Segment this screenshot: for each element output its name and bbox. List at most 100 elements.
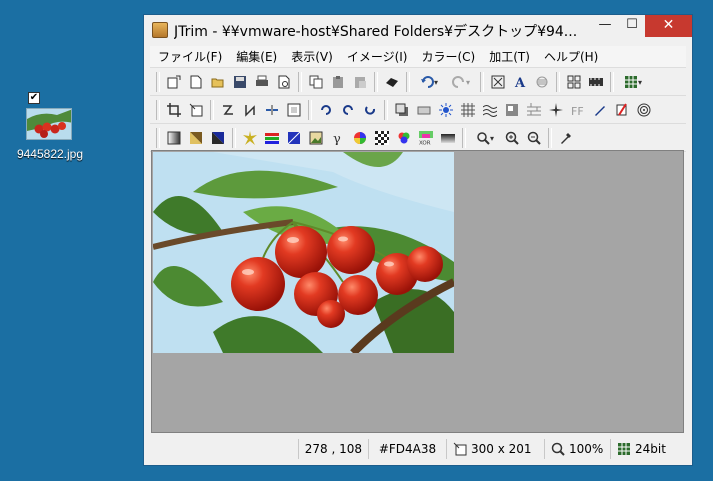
xor-icon[interactable]: XOR xyxy=(416,128,436,148)
pen-icon[interactable] xyxy=(590,100,610,120)
paste-new-icon[interactable] xyxy=(350,72,370,92)
image-size: 300 x 201 xyxy=(471,442,532,456)
title-bar[interactable]: JTrim - ¥¥vmware-host¥Shared Folders¥デスク… xyxy=(144,15,692,46)
resize-icon[interactable] xyxy=(186,100,206,120)
flip-horizontal-icon[interactable] xyxy=(218,100,238,120)
redo-icon[interactable]: ▾ xyxy=(446,72,476,92)
toolbar-separator xyxy=(406,72,410,92)
brick-icon[interactable] xyxy=(524,100,544,120)
toolbar-separator xyxy=(556,72,560,92)
print-preview-icon[interactable] xyxy=(274,72,294,92)
checker-icon[interactable] xyxy=(372,128,392,148)
toolbar-file: ▾ ▾ A ▾ xyxy=(150,69,686,96)
eyedropper-icon[interactable] xyxy=(556,128,576,148)
menu-color[interactable]: カラー(C) xyxy=(421,48,475,65)
cherry-photo[interactable] xyxy=(153,152,454,353)
toolbar-grip[interactable] xyxy=(156,72,160,92)
fit-window-icon[interactable] xyxy=(488,72,508,92)
color-wheel-icon[interactable] xyxy=(350,128,370,148)
jtrim-app-icon[interactable] xyxy=(152,22,168,38)
print-icon[interactable] xyxy=(252,72,272,92)
toolbar-separator xyxy=(610,72,614,92)
zoom-icon xyxy=(551,442,565,456)
mosaic-icon[interactable] xyxy=(458,100,478,120)
image-adjust-icon[interactable] xyxy=(306,128,326,148)
menu-image[interactable]: イメージ(I) xyxy=(347,48,408,65)
wave-icon[interactable] xyxy=(480,100,500,120)
toolbar-separator xyxy=(308,100,312,120)
negative-icon[interactable] xyxy=(208,128,228,148)
undo-icon[interactable]: ▾ xyxy=(414,72,444,92)
window-title: JTrim - ¥¥vmware-host¥Shared Folders¥デスク… xyxy=(174,24,578,40)
mirror-icon[interactable] xyxy=(262,100,282,120)
rotate-left-icon[interactable] xyxy=(316,100,336,120)
toolbar-separator xyxy=(462,128,466,148)
zoom-in-icon[interactable] xyxy=(502,128,522,148)
image-canvas[interactable] xyxy=(151,150,684,433)
selection-checkbox[interactable]: ✔ xyxy=(28,92,40,104)
crop-icon[interactable] xyxy=(164,100,184,120)
jtrim-window: JTrim - ¥¥vmware-host¥Shared Folders¥デスク… xyxy=(143,14,693,466)
text-icon[interactable]: A xyxy=(510,72,530,92)
toolbar-transform: FF xyxy=(150,97,686,124)
toolbar-grip[interactable] xyxy=(156,100,160,120)
pixel-color: #FD4A38 xyxy=(368,439,446,459)
border-icon[interactable] xyxy=(414,100,434,120)
cursor-coords: 278 , 108 xyxy=(298,439,368,459)
menu-process[interactable]: 加工(T) xyxy=(489,48,530,65)
swirl-icon[interactable] xyxy=(634,100,654,120)
copy-icon[interactable] xyxy=(306,72,326,92)
toolbar-separator xyxy=(210,100,214,120)
ff-text-icon[interactable]: FF xyxy=(568,100,588,120)
frame-icon[interactable] xyxy=(284,100,304,120)
resize-icon xyxy=(453,442,467,456)
menu-edit[interactable]: 編集(E) xyxy=(236,48,277,65)
sunburst-icon[interactable] xyxy=(436,100,456,120)
spark-icon[interactable] xyxy=(546,100,566,120)
toolbar-separator xyxy=(298,72,302,92)
brightness-icon[interactable] xyxy=(240,128,260,148)
grid-view-icon[interactable] xyxy=(564,72,584,92)
zoom-out-icon[interactable] xyxy=(524,128,544,148)
toolbar-grip[interactable] xyxy=(156,128,160,148)
save-icon[interactable] xyxy=(230,72,250,92)
toolbar-separator xyxy=(548,128,552,148)
toolbar-separator xyxy=(384,100,388,120)
gamma-icon[interactable]: γ xyxy=(328,128,348,148)
grayscale-icon[interactable] xyxy=(164,128,184,148)
emboss-icon[interactable] xyxy=(502,100,522,120)
minimize-button[interactable]: — xyxy=(591,15,619,37)
capture-icon[interactable] xyxy=(382,72,402,92)
status-empty xyxy=(151,439,298,459)
svg-text:A: A xyxy=(514,76,526,89)
rotate-free-icon[interactable] xyxy=(360,100,380,120)
gradient-bar-icon[interactable] xyxy=(438,128,458,148)
menu-file[interactable]: ファイル(F) xyxy=(158,48,222,65)
shadow-icon[interactable] xyxy=(392,100,412,120)
eraser-icon[interactable] xyxy=(612,100,632,120)
flip-vertical-icon[interactable] xyxy=(240,100,260,120)
close-button[interactable]: ✕ xyxy=(645,15,692,37)
tone-curve-icon[interactable] xyxy=(284,128,304,148)
zoom-menu-icon[interactable]: ▾ xyxy=(470,128,500,148)
file-thumbnail xyxy=(26,108,72,140)
new-file-icon[interactable] xyxy=(186,72,206,92)
new-window-icon[interactable] xyxy=(164,72,184,92)
maximize-button[interactable]: ☐ xyxy=(618,15,646,37)
open-folder-icon[interactable] xyxy=(208,72,228,92)
sepia-icon[interactable] xyxy=(186,128,206,148)
toolbar-separator xyxy=(374,72,378,92)
palette-menu-icon[interactable]: ▾ xyxy=(618,72,648,92)
menu-help[interactable]: ヘルプ(H) xyxy=(544,48,598,65)
image-size-cell: 300 x 201 xyxy=(446,439,544,459)
menu-view[interactable]: 表示(V) xyxy=(291,48,333,65)
rotate-right-icon[interactable] xyxy=(338,100,358,120)
status-bar: 278 , 108 #FD4A38 300 x 201 100% 24bit xyxy=(151,437,684,461)
filmstrip-icon[interactable] xyxy=(586,72,606,92)
paste-icon[interactable] xyxy=(328,72,348,92)
align-icon[interactable] xyxy=(532,72,552,92)
zoom-cell: 100% xyxy=(544,439,610,459)
rgb-split-icon[interactable] xyxy=(394,128,414,148)
svg-text:XOR: XOR xyxy=(419,141,431,146)
color-balance-icon[interactable] xyxy=(262,128,282,148)
